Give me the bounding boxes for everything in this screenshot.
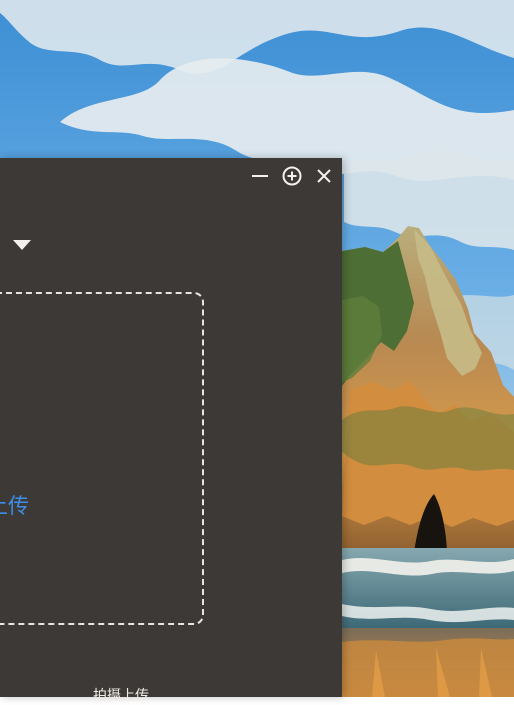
minimize-button[interactable] [248,164,272,188]
close-button[interactable] [312,164,336,188]
maximize-icon [282,166,302,186]
dropdown-toggle[interactable] [10,236,34,254]
capture-upload-label[interactable]: 拍摄上传 [93,687,149,705]
upload-label[interactable]: 上传 [0,493,29,519]
upload-dialog: 上传 拍摄上传 [0,158,342,704]
minimize-icon [252,175,268,177]
close-icon [317,169,331,183]
upload-drop-zone[interactable] [0,292,204,625]
triangle-down-icon [13,240,31,250]
maximize-button[interactable] [280,164,304,188]
